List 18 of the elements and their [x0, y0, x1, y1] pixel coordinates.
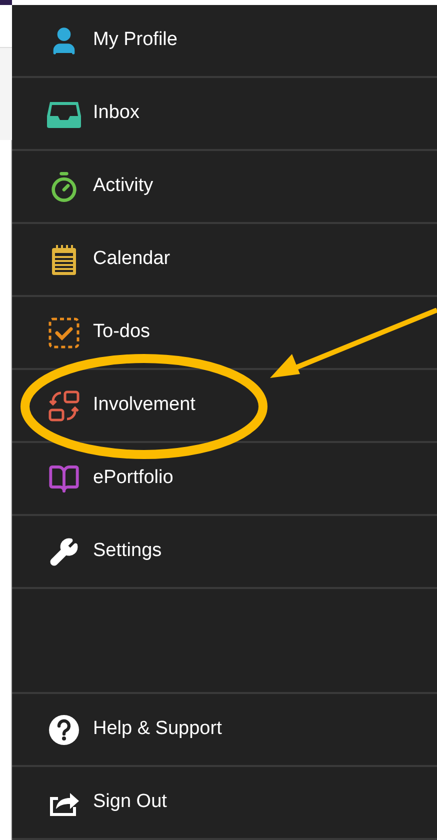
- menu-item[interactable]: Settings: [12, 516, 437, 587]
- menu-item[interactable]: My Profile: [12, 5, 437, 76]
- menu-item[interactable]: To-dos: [12, 297, 437, 368]
- menu-item[interactable]: Activity: [12, 151, 437, 222]
- menu-item[interactable]: Calendar: [12, 224, 437, 295]
- dashed-checkbox-icon: [48, 316, 80, 348]
- notepad-icon: [51, 244, 77, 276]
- menu-item[interactable]: Inbox: [12, 78, 437, 149]
- inbox-icon: [47, 100, 81, 128]
- menu-item[interactable]: ePortfolio: [12, 443, 437, 514]
- menu-item[interactable]: Involvement: [12, 370, 437, 441]
- help-icon: [48, 714, 80, 746]
- menu-item[interactable]: Sign Out: [12, 767, 437, 838]
- book-icon: [48, 462, 80, 494]
- wrench-icon: [49, 536, 79, 566]
- header-strip: [0, 0, 12, 5]
- menu-item[interactable]: Help & Support: [12, 694, 437, 765]
- swap-squares-icon: [48, 390, 80, 422]
